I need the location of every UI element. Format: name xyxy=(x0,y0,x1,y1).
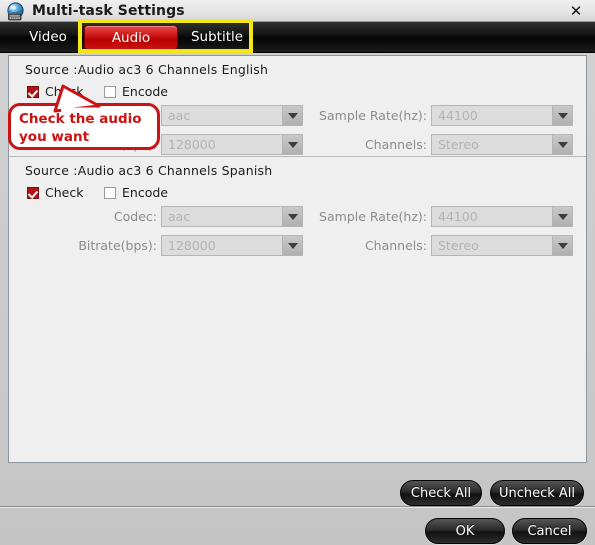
cancel-button[interactable]: Cancel xyxy=(512,518,587,544)
codec-label: Codec: xyxy=(113,209,157,224)
chevron-down-icon[interactable] xyxy=(552,236,572,255)
ok-button[interactable]: OK xyxy=(425,518,505,544)
multi-task-settings-window: Multi-task Settings ✕ Video Audio Subtit… xyxy=(0,0,595,545)
annotation-callout: Check the audio you want xyxy=(8,84,160,150)
sample-rate-label: Sample Rate(hz): xyxy=(319,108,427,123)
sample-rate-value: 44100 xyxy=(438,108,478,123)
tab-bar: Video Audio Subtitle xyxy=(0,22,595,53)
check-checkbox[interactable]: Check xyxy=(27,185,83,200)
encode-label: Encode xyxy=(122,185,168,200)
source-info-label: Source :Audio ac3 6 Channels Spanish xyxy=(25,163,273,178)
tab-video[interactable]: Video xyxy=(14,25,82,50)
check-all-button[interactable]: Check All xyxy=(400,480,482,506)
bitrate-label: Bitrate(bps): xyxy=(78,238,157,253)
sample-rate-label: Sample Rate(hz): xyxy=(319,209,427,224)
sample-rate-value: 44100 xyxy=(438,209,478,224)
encode-checkbox[interactable]: Encode xyxy=(104,84,168,99)
close-icon[interactable]: ✕ xyxy=(563,1,589,21)
tab-subtitle[interactable]: Subtitle xyxy=(180,25,254,50)
channels-label: Channels: xyxy=(364,137,427,152)
chevron-down-icon[interactable] xyxy=(552,106,572,125)
chevron-down-icon[interactable] xyxy=(552,135,572,154)
source-info-label: Source :Audio ac3 6 Channels English xyxy=(25,62,269,77)
footer-divider xyxy=(0,506,595,508)
window-title: Multi-task Settings xyxy=(32,3,185,19)
channels-dropdown[interactable]: Stereo xyxy=(431,134,573,155)
callout-text: Check the audio you want xyxy=(19,111,142,145)
title-bar: Multi-task Settings ✕ xyxy=(0,0,595,22)
channels-value: Stereo xyxy=(438,238,479,253)
encode-checkbox[interactable]: Encode xyxy=(104,185,168,200)
sample-rate-dropdown[interactable]: 44100 xyxy=(431,105,573,126)
audio-track-row: Source :Audio ac3 6 Channels Spanish Che… xyxy=(9,156,586,256)
checkbox-box-empty xyxy=(104,186,116,199)
channels-dropdown[interactable]: Stereo xyxy=(431,235,573,256)
check-label: Check xyxy=(45,185,84,200)
tab-audio[interactable]: Audio xyxy=(84,25,178,50)
checkbox-box-checked xyxy=(27,186,39,199)
channels-label: Channels: xyxy=(364,238,427,253)
sample-rate-dropdown[interactable]: 44100 xyxy=(431,206,573,227)
encode-label: Encode xyxy=(122,84,168,99)
checkbox-box-checked xyxy=(27,85,39,98)
chevron-down-icon[interactable] xyxy=(552,207,572,226)
channels-value: Stereo xyxy=(438,137,479,152)
disc-film-icon xyxy=(6,2,26,22)
uncheck-all-button[interactable]: Uncheck All xyxy=(490,480,584,506)
